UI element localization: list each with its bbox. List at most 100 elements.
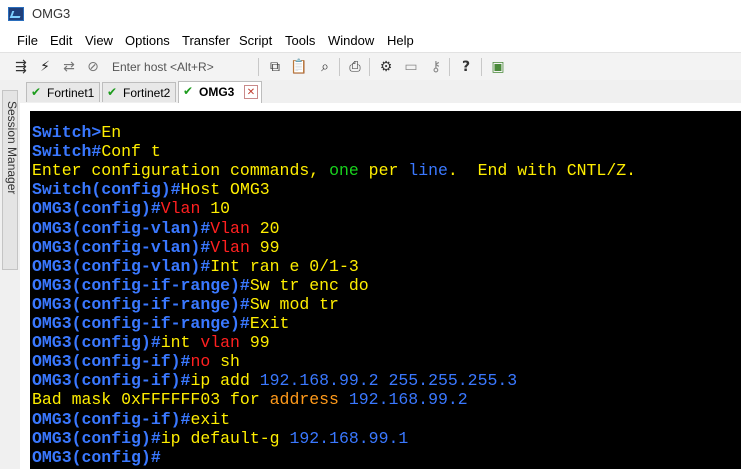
menu-help[interactable]: Help: [387, 33, 414, 48]
session-manager-tab[interactable]: Session Manager: [2, 90, 19, 270]
terminal-text: ip default-g: [160, 428, 290, 448]
close-tab-icon[interactable]: ✕: [244, 85, 258, 99]
toolbar-separator: [481, 58, 482, 76]
menu-view[interactable]: View: [85, 33, 113, 48]
terminal-text: Exit: [249, 314, 290, 333]
terminal-text: ip add: [190, 371, 260, 391]
print-icon[interactable]: ⎙: [346, 58, 364, 76]
terminal-prompt: OMG3(config-if)#: [32, 371, 191, 391]
terminal-text: 99: [249, 237, 280, 257]
terminal-text: Sw tr enc do: [249, 275, 369, 295]
terminal-line: OMG3(config)#ip default-g 192.168.99.1: [32, 429, 408, 448]
terminal-line: Switch>En: [32, 123, 121, 142]
terminal-text: sh: [210, 352, 240, 372]
terminal-line: OMG3(config)#: [32, 448, 161, 467]
paste-icon[interactable]: 📋: [290, 58, 308, 76]
terminal-prompt: OMG3(config)#: [32, 447, 161, 467]
terminal-prompt: Switch>: [32, 123, 102, 142]
terminal-prompt: OMG3(config-if-range)#: [32, 275, 250, 295]
securecrt-app-icon: [8, 7, 24, 21]
find-icon[interactable]: ⌕: [316, 58, 334, 76]
terminal-line: Switch#Conf t: [32, 142, 161, 161]
menu-tools[interactable]: Tools: [285, 33, 315, 48]
menu-window[interactable]: Window: [328, 33, 374, 48]
terminal-line: OMG3(config-if-range)#Exit: [32, 314, 289, 333]
terminal-text: En: [101, 123, 122, 142]
terminal-prompt: OMG3(config-if)#: [32, 352, 191, 372]
terminal-prompt: Switch#: [32, 142, 102, 162]
terminal-prompt: OMG3(config)#: [32, 428, 161, 448]
terminal-line: OMG3(config-vlan)#Int ran e 0/1-3: [32, 257, 359, 276]
tab-label: Fortinet1: [47, 86, 95, 100]
terminal-frame: Switch>En Switch#Conf t Enter configuratio…: [20, 103, 741, 469]
terminal-text: int: [160, 333, 201, 353]
terminal-text: line: [408, 161, 448, 181]
terminal-line: OMG3(config-if-range)#Sw tr enc do: [32, 276, 369, 295]
terminal-text: Int ran e 0/1-3: [210, 256, 359, 276]
menu-bar: File Edit View Options Transfer Script T…: [0, 30, 741, 52]
terminal-prompt: OMG3(config)#: [32, 333, 161, 353]
reconnect-icon[interactable]: ⇄: [60, 58, 78, 76]
toolbar-separator: [258, 58, 259, 76]
tab-fortinet1[interactable]: ✔ Fortinet1: [26, 82, 100, 102]
terminal-line: OMG3(config-if-range)#Sw mod tr: [32, 295, 339, 314]
menu-transfer[interactable]: Transfer: [182, 33, 230, 48]
terminal-prompt: OMG3(config-if)#: [32, 409, 191, 429]
terminal-text: 192.168.99.1: [289, 428, 409, 448]
menu-edit[interactable]: Edit: [50, 33, 72, 48]
terminal-prompt: Switch(config)#: [32, 180, 181, 200]
copy-icon[interactable]: ⧉: [266, 58, 284, 76]
window-title: OMG3: [32, 6, 71, 21]
tab-label: OMG3: [199, 85, 235, 99]
terminal-text: address: [269, 390, 339, 410]
terminal-text: one: [329, 161, 359, 181]
terminal-text: Vlan: [210, 218, 250, 238]
connected-check-icon: ✔: [107, 85, 118, 99]
terminal-text: Bad mask 0xFFFFFF03 for: [32, 390, 270, 410]
terminal-text: Conf t: [101, 142, 161, 162]
menu-file[interactable]: File: [17, 33, 38, 48]
keymap-icon[interactable]: ▭: [402, 58, 420, 76]
toolbar-separator: [339, 58, 340, 76]
terminal-output[interactable]: Switch>En Switch#Conf t Enter configuratio…: [30, 111, 741, 469]
terminal-prompt: OMG3(config-if-range)#: [32, 294, 250, 314]
help-icon[interactable]: ?: [457, 58, 475, 76]
menu-options[interactable]: Options: [125, 33, 170, 48]
title-bar: OMG3: [0, 0, 741, 30]
session-manager-panel: Session Manager: [0, 80, 21, 469]
tab-fortinet2[interactable]: ✔ Fortinet2: [102, 82, 176, 102]
terminal-line: OMG3(config)#int vlan 99: [32, 333, 270, 352]
terminal-text: Vlan: [160, 199, 201, 219]
menu-script[interactable]: Script: [239, 33, 272, 48]
terminal-text: 10: [200, 199, 231, 219]
terminal-text: Sw mod tr: [249, 294, 339, 314]
disconnect-icon[interactable]: ⊘: [84, 58, 102, 76]
connected-check-icon: ✔: [183, 84, 194, 98]
terminal-text: . End with CNTL/Z.: [447, 161, 637, 181]
quick-connect-icon[interactable]: ⚡: [36, 58, 54, 76]
terminal-line: OMG3(config-vlan)#Vlan 20: [32, 219, 280, 238]
keys-icon[interactable]: ⚷: [427, 58, 445, 76]
toolbar-separator: [449, 58, 450, 76]
terminal-prompt: OMG3(config-vlan)#: [32, 237, 211, 257]
terminal-line: OMG3(config-vlan)#Vlan 99: [32, 238, 280, 257]
host-input[interactable]: [108, 57, 256, 76]
tab-label: Fortinet2: [123, 86, 171, 100]
tab-omg3[interactable]: ✔ OMG3 ✕: [178, 81, 262, 103]
terminal-prompt: OMG3(config-if-range)#: [32, 314, 250, 333]
terminal-line: Bad mask 0xFFFFFF03 for address 192.168.…: [32, 390, 468, 409]
image-icon[interactable]: ▣: [489, 58, 507, 76]
terminal-line: OMG3(config-if)#ip add 192.168.99.2 255.…: [32, 371, 517, 390]
connect-icon[interactable]: ⇶: [12, 58, 30, 76]
terminal-text: vlan: [200, 333, 240, 353]
terminal-line: OMG3(config-if)#no sh: [32, 352, 240, 371]
terminal-text: 192.168.99.2: [348, 390, 468, 410]
session-tab-bar: ✔ Fortinet1 ✔ Fortinet2 ✔ OMG3 ✕: [20, 80, 741, 104]
settings-icon[interactable]: ⚙: [377, 58, 395, 76]
terminal-text: no: [190, 352, 211, 372]
terminal-text: 192.168.99.2 255.255.255.3: [259, 371, 518, 391]
terminal-text: per: [358, 161, 409, 181]
terminal-line: Enter configuration commands, one per li…: [32, 161, 636, 180]
terminal-line: Switch(config)#Host OMG3: [32, 180, 270, 199]
